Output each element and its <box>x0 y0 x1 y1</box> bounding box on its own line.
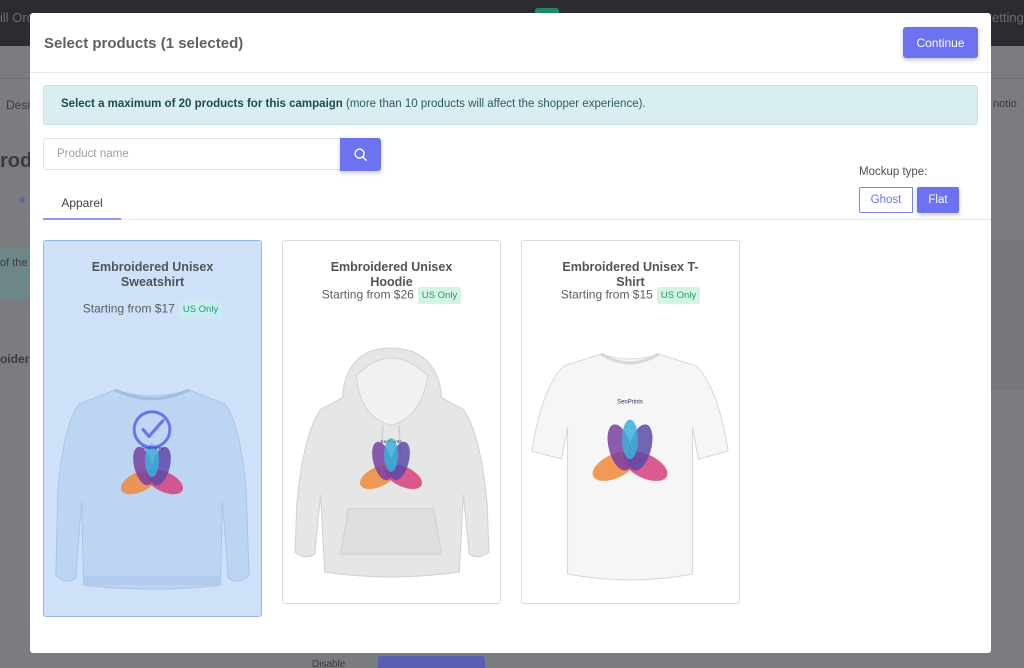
background-button <box>378 656 485 668</box>
background-add-icon: + <box>18 192 27 209</box>
mockup-type-label: Mockup type: <box>859 166 928 178</box>
us-only-badge: US Only <box>417 287 462 304</box>
alert-emphasis: Select a maximum of 20 products for this… <box>61 98 343 110</box>
mockup-ghost-button[interactable]: Ghost <box>859 187 913 213</box>
continue-button[interactable]: Continue <box>903 27 978 58</box>
select-products-modal: Select products (1 selected) Continue Se… <box>30 13 991 653</box>
modal-header: Select products (1 selected) Continue <box>30 13 991 73</box>
product-price-row: Starting from $26 US Only <box>283 287 500 304</box>
background-panel: of the <box>0 247 30 299</box>
tabs-divider <box>43 219 991 220</box>
background-nav-text: ill Ord <box>0 10 34 25</box>
us-only-badge: US Only <box>178 301 223 318</box>
brand-print: SenPrints <box>141 445 163 451</box>
search-icon <box>354 148 367 161</box>
search-button[interactable] <box>340 138 381 171</box>
background-tab-text: notio <box>993 98 1017 110</box>
product-price: Starting from $26 <box>321 287 414 302</box>
product-title: Embroidered Unisex Sweatshirt <box>91 260 214 289</box>
sweatshirt-image: SenPrints <box>55 388 250 590</box>
product-title: Embroidered Unisex T-Shirt <box>562 260 699 289</box>
product-search-input[interactable] <box>43 138 340 170</box>
background-button: Disable <box>300 656 370 668</box>
mockup-flat-button[interactable]: Flat <box>917 187 959 213</box>
product-title: Embroidered Unisex Hoodie <box>330 260 453 289</box>
product-card-hoodie[interactable]: Embroidered Unisex Hoodie Starting from … <box>282 240 501 604</box>
background-panel-text: of the <box>0 257 28 269</box>
background-button-label: Disable <box>312 659 346 668</box>
tshirt-image: SenPrints <box>531 352 729 581</box>
us-only-badge: US Only <box>656 287 701 304</box>
alert-text: (more than 10 products will affect the s… <box>342 98 646 110</box>
check-circle-icon <box>132 410 172 449</box>
hoodie-image: SenPrints <box>294 347 490 578</box>
product-price-row: Starting from $17 US Only <box>44 301 261 318</box>
background-shape <box>990 240 1024 390</box>
product-limit-alert: Select a maximum of 20 products for this… <box>43 85 978 125</box>
product-price: Starting from $17 <box>82 301 175 316</box>
product-card-sweatshirt[interactable]: Embroidered Unisex Sweatshirt Starting f… <box>43 240 262 617</box>
background-tab-text: Desi <box>6 98 31 112</box>
product-price: Starting from $15 <box>560 287 653 302</box>
brand-print: SenPrints <box>617 400 643 406</box>
tab-apparel[interactable]: Apparel <box>43 191 121 220</box>
product-card-tshirt[interactable]: Embroidered Unisex T-Shirt Starting from… <box>521 240 740 604</box>
product-price-row: Starting from $15 US Only <box>522 287 739 304</box>
modal-title: Select products (1 selected) <box>44 35 244 52</box>
background-nav-text: etting <box>992 10 1024 25</box>
